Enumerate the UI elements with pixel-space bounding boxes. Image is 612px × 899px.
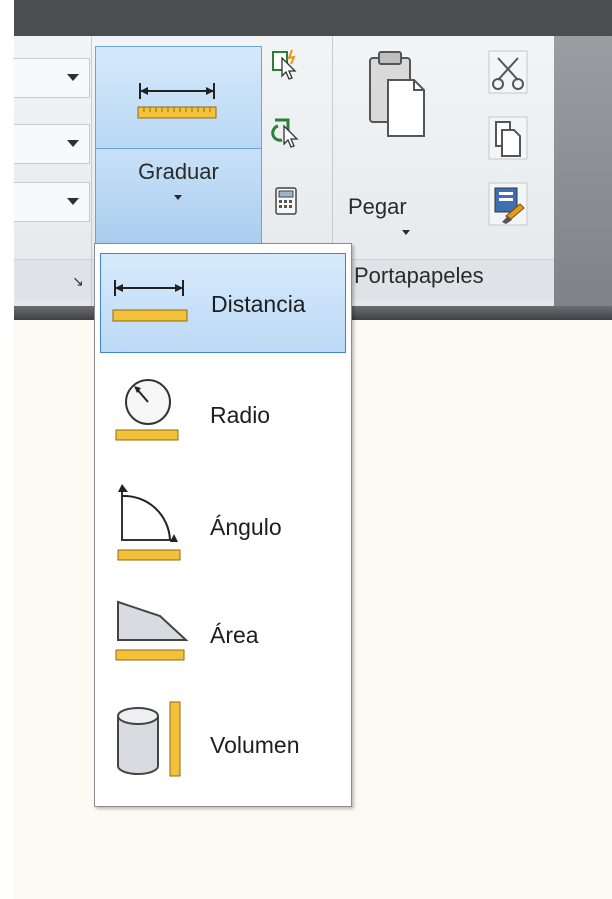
- menu-item-label: Distancia: [211, 291, 306, 317]
- menu-item-label: Volumen: [210, 732, 300, 758]
- measure-dropdown-menu: Distancia Radio Ángulo Área Volumen: [94, 243, 352, 807]
- menu-item-label: Ángulo: [210, 514, 282, 540]
- menu-item-distancia[interactable]: Distancia: [100, 253, 346, 353]
- paste-button-label[interactable]: Pegar: [348, 194, 407, 220]
- title-bar: [14, 0, 612, 36]
- menu-item-label: Radio: [210, 402, 271, 428]
- angle-measure-icon: [117, 484, 181, 561]
- distance-measure-icon: [112, 280, 188, 322]
- paste-dropdown-arrow-icon[interactable]: [402, 230, 410, 235]
- menu-item-area[interactable]: Área: [100, 582, 346, 682]
- menu-item-radio[interactable]: Radio: [100, 362, 346, 462]
- match-properties-icon[interactable]: [488, 182, 528, 226]
- measure-button[interactable]: [95, 46, 262, 149]
- app-window: ↘ Pegar Portapapeles Graduar Distancia R…: [14, 0, 612, 899]
- ribbon-right-edge: [554, 36, 612, 306]
- ribbon-dropdown-3[interactable]: [14, 182, 90, 222]
- chevron-down-icon: [67, 198, 79, 205]
- volume-measure-icon: [117, 701, 181, 777]
- measure-button-label: Graduar: [138, 159, 219, 184]
- copy-icon[interactable]: [488, 116, 528, 160]
- measure-distance-icon: [137, 83, 217, 119]
- quick-select-icon[interactable]: [270, 48, 302, 82]
- cut-icon[interactable]: [488, 50, 528, 94]
- ribbon-dropdown-2[interactable]: [14, 124, 90, 164]
- menu-item-angulo[interactable]: Ángulo: [100, 472, 346, 572]
- panel-launcher-icon[interactable]: ↘: [72, 274, 84, 290]
- radius-measure-icon: [115, 379, 179, 441]
- chevron-down-icon: [67, 140, 79, 147]
- menu-item-label: Área: [210, 622, 259, 648]
- panel-separator: [91, 36, 92, 306]
- select-similar-icon[interactable]: [270, 114, 302, 148]
- chevron-down-icon: [174, 195, 182, 200]
- area-measure-icon: [115, 600, 189, 661]
- panel-label-portapapeles: Portapapeles: [354, 263, 484, 288]
- measure-dropdown-button[interactable]: Graduar: [95, 148, 262, 245]
- menu-item-volumen[interactable]: Volumen: [100, 692, 346, 792]
- paste-icon[interactable]: [364, 50, 430, 140]
- calculator-icon[interactable]: [270, 184, 302, 218]
- ribbon-dropdown-1[interactable]: [14, 58, 90, 98]
- chevron-down-icon: [67, 74, 79, 81]
